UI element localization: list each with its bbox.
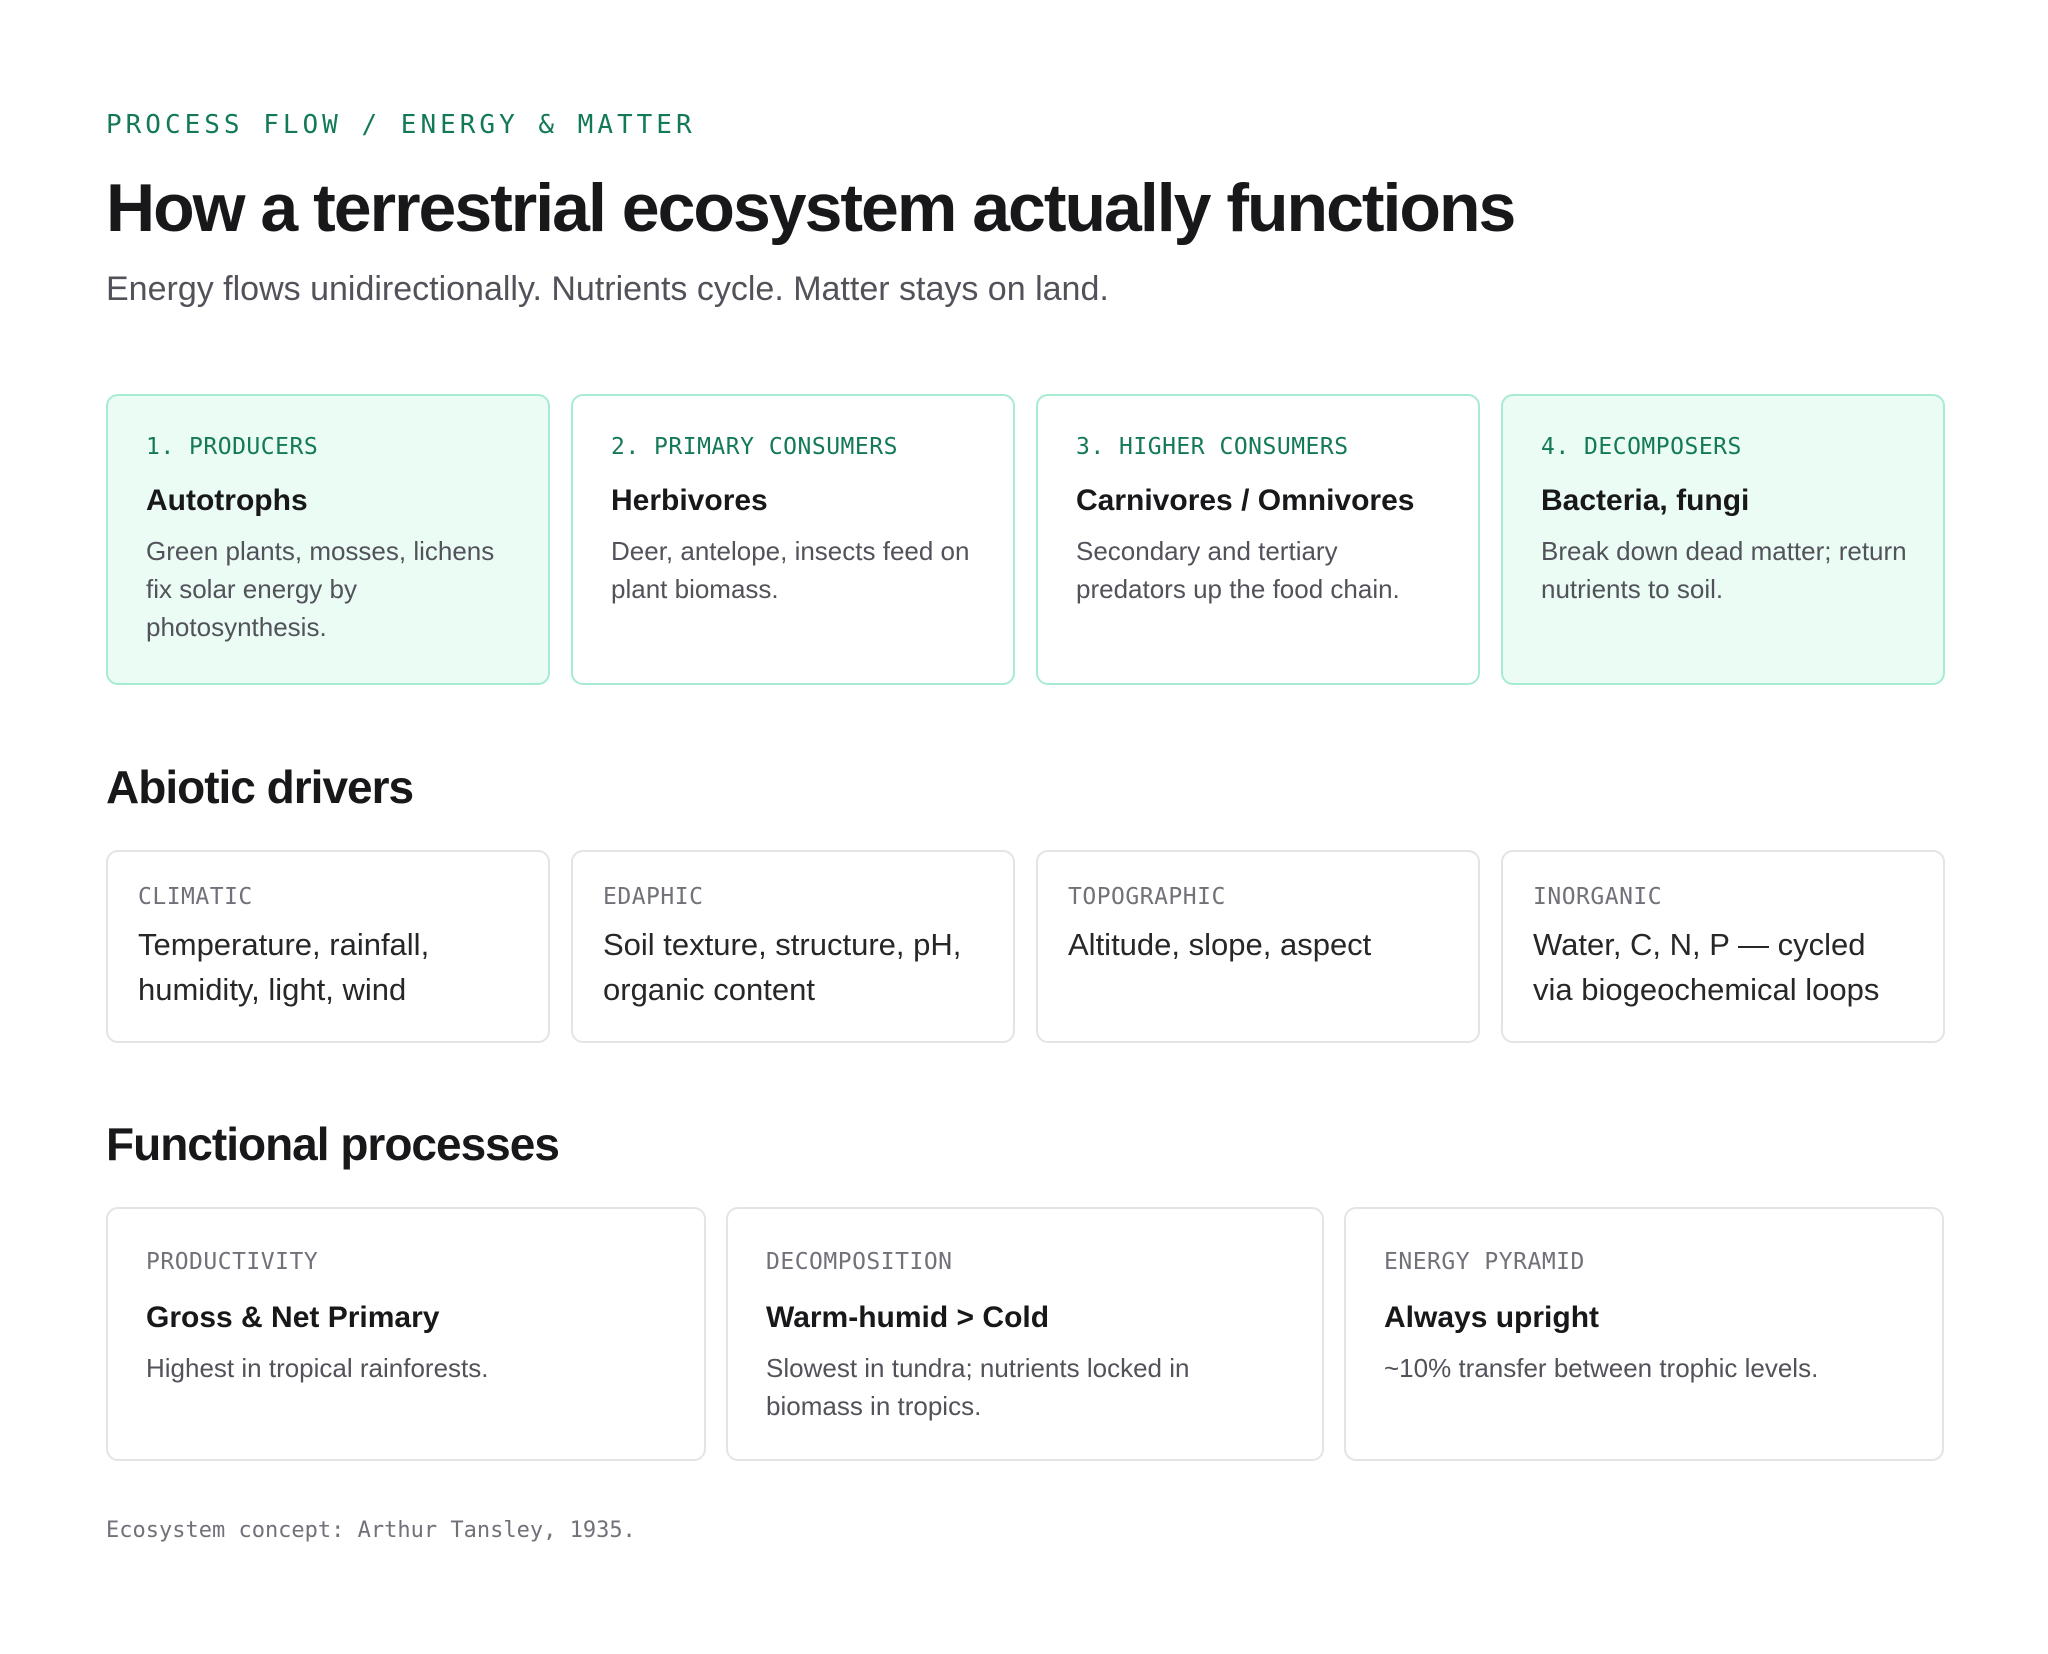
abiotic-drivers: CLIMATIC Temperature, rainfall, humidity… <box>106 850 1945 1043</box>
driver-label: TOPOGRAPHIC <box>1068 884 1226 910</box>
driver-label: EDAPHIC <box>603 884 704 910</box>
driver-label: INORGANIC <box>1533 884 1663 910</box>
process-title: Always upright <box>1384 1301 1600 1334</box>
driver-text: Altitude, slope, aspect <box>1068 927 1372 962</box>
stage-card-primary-consumers: 2. PRIMARY CONSUMERS Herbivores Deer, an… <box>571 394 1015 685</box>
process-description: Highest in tropical rainforests. <box>146 1353 489 1383</box>
driver-text: Temperature, rainfall, humidity, light, … <box>138 927 430 1007</box>
stage-card-producers: 1. PRODUCERS Autotrophs Green plants, mo… <box>106 394 550 685</box>
process-description: ~10% transfer between trophic levels. <box>1384 1353 1819 1383</box>
section-title-abiotic: Abiotic drivers <box>106 761 414 813</box>
eyebrow-label: PROCESS FLOW / ENERGY & MATTER <box>106 110 696 140</box>
process-card-energy-pyramid: ENERGY PYRAMID Always upright ~10% trans… <box>1344 1207 1944 1461</box>
driver-label: CLIMATIC <box>138 884 253 910</box>
page-title: How a terrestrial ecosystem actually fun… <box>106 170 1516 246</box>
flow-stages: 1. PRODUCERS Autotrophs Green plants, mo… <box>106 394 1945 685</box>
stage-title: Carnivores / Omnivores <box>1076 484 1415 517</box>
stage-title: Bacteria, fungi <box>1541 484 1750 517</box>
functional-processes: PRODUCTIVITY Gross & Net Primary Highest… <box>106 1207 1944 1461</box>
process-title: Warm-humid > Cold <box>766 1301 1050 1334</box>
driver-text: Soil texture, structure, pH, organic con… <box>603 927 962 1007</box>
driver-card-topographic: TOPOGRAPHIC Altitude, slope, aspect <box>1036 850 1480 1043</box>
stage-description: Secondary and tertiary predators up the … <box>1076 536 1400 604</box>
process-card-decomposition: DECOMPOSITION Warm-humid > Cold Slowest … <box>726 1207 1324 1461</box>
stage-label: 4. DECOMPOSERS <box>1541 434 1742 460</box>
stage-card-decomposers: 4. DECOMPOSERS Bacteria, fungi Break dow… <box>1501 394 1945 685</box>
process-label: DECOMPOSITION <box>766 1249 953 1275</box>
stage-card-higher-consumers: 3. HIGHER CONSUMERS Carnivores / Omnivor… <box>1036 394 1480 685</box>
process-title: Gross & Net Primary <box>146 1301 440 1334</box>
stage-description: Deer, antelope, insects feed on plant bi… <box>611 536 970 604</box>
driver-card-edaphic: EDAPHIC Soil texture, structure, pH, org… <box>571 850 1015 1043</box>
process-card-productivity: PRODUCTIVITY Gross & Net Primary Highest… <box>106 1207 706 1461</box>
stage-label: 2. PRIMARY CONSUMERS <box>611 434 898 460</box>
footnote: Ecosystem concept: Arthur Tansley, 1935. <box>106 1518 636 1543</box>
stage-label: 3. HIGHER CONSUMERS <box>1076 434 1349 460</box>
stage-title: Herbivores <box>611 484 768 517</box>
stage-description: Break down dead matter; return nutrients… <box>1541 536 1907 604</box>
driver-text: Water, C, N, P — cycled via biogeochemic… <box>1533 927 1880 1007</box>
process-label: ENERGY PYRAMID <box>1384 1249 1585 1275</box>
process-label: PRODUCTIVITY <box>146 1249 319 1275</box>
driver-card-inorganic: INORGANIC Water, C, N, P — cycled via bi… <box>1501 850 1945 1043</box>
section-title-functional: Functional processes <box>106 1118 560 1170</box>
stage-label: 1. PRODUCERS <box>146 434 319 460</box>
stage-title: Autotrophs <box>146 484 308 517</box>
page-subtitle: Energy flows unidirectionally. Nutrients… <box>106 270 1109 308</box>
process-description: Slowest in tundra; nutrients locked in b… <box>766 1353 1190 1421</box>
stage-description: Green plants, mosses, lichens fix solar … <box>146 536 495 642</box>
driver-card-climatic: CLIMATIC Temperature, rainfall, humidity… <box>106 850 550 1043</box>
